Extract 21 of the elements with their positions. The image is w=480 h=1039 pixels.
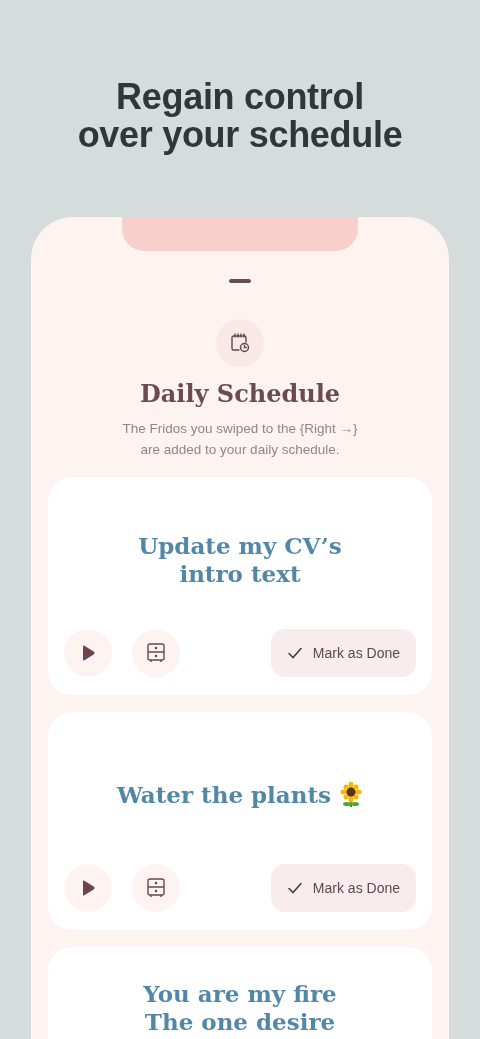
drawer-button[interactable] xyxy=(132,864,180,912)
checkmark-icon xyxy=(286,881,303,895)
drag-handle[interactable] xyxy=(229,279,251,283)
cabinet-icon xyxy=(146,642,166,664)
sheet-subtitle: The Fridos you swiped to the {Right →} are added to your daily schedule. xyxy=(121,420,359,459)
mark-done-button[interactable]: Mark as Done xyxy=(270,864,416,912)
calendar-clock-icon xyxy=(229,332,251,354)
play-icon xyxy=(80,644,96,662)
task-title: You are my fire The one desire xyxy=(143,980,337,1036)
drawer-button[interactable] xyxy=(132,629,180,677)
cabinet-icon xyxy=(146,877,166,899)
checkmark-icon xyxy=(286,646,303,660)
play-button[interactable] xyxy=(64,864,112,912)
sunflower-icon xyxy=(339,782,364,808)
task-title: Water the plants xyxy=(116,781,332,809)
mark-done-button[interactable]: Mark as Done xyxy=(270,629,416,677)
headline: Regain control over your schedule xyxy=(76,75,404,154)
task-title: Update my CV’s intro text xyxy=(138,532,342,588)
play-button[interactable] xyxy=(64,629,112,677)
sheet-title: Daily Schedule xyxy=(138,379,342,408)
play-icon xyxy=(80,879,96,897)
